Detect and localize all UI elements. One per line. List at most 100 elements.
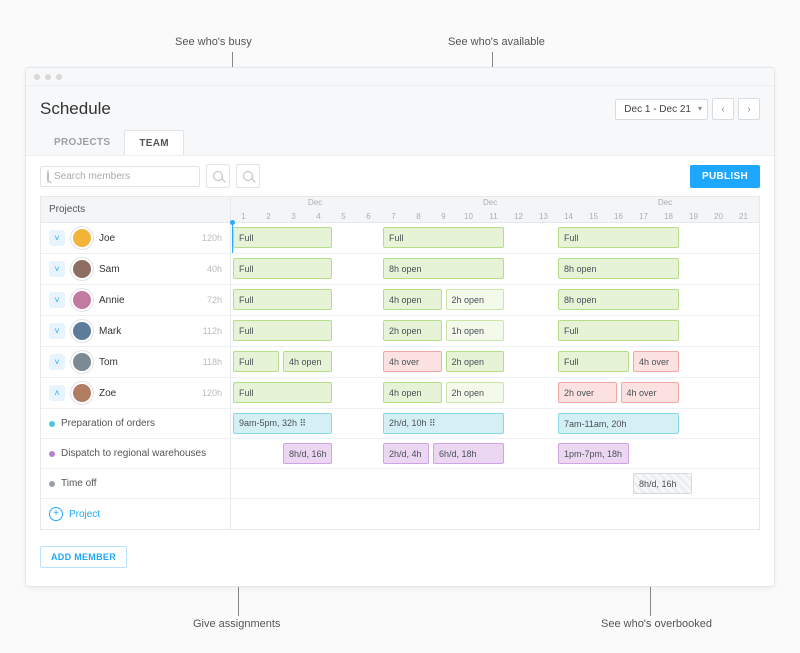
member-side: ˅Mark112h — [41, 316, 231, 346]
annotation-busy: See who's busy — [175, 36, 252, 48]
schedule-bar[interactable]: 6h/d, 18h — [433, 443, 504, 464]
schedule-bar[interactable]: 4h over — [621, 382, 680, 403]
grid-header: Projects 1234567891011121314151617181920… — [41, 197, 759, 223]
page-title: Schedule — [40, 99, 111, 119]
schedule-bar[interactable]: 2h open — [383, 320, 442, 341]
schedule-bar[interactable]: 2h/d, 4h — [383, 443, 429, 464]
zoom-in-button[interactable] — [236, 164, 260, 188]
schedule-bar[interactable]: Full — [383, 227, 504, 248]
next-button[interactable]: › — [738, 98, 760, 120]
day-column-3: 3 — [281, 212, 306, 221]
search-input[interactable]: Search members — [40, 166, 200, 187]
schedule-bar[interactable]: 8h open — [558, 258, 679, 279]
task-calendar: 8h/d, 16h 2h/d, 4h6h/d, 18h 1pm-7pm, 18h — [231, 439, 759, 468]
expand-toggle[interactable]: ˅ — [49, 230, 65, 246]
tab-projects[interactable]: PROJECTS — [40, 130, 124, 155]
add-member-button[interactable]: ADD MEMBER — [40, 546, 127, 568]
day-column-20: 20 — [706, 212, 731, 221]
schedule-bar[interactable]: 7am-11am, 20h — [558, 413, 679, 434]
member-calendar: Full Full Full — [231, 223, 759, 253]
task-calendar: 8h/d, 16h — [231, 469, 759, 498]
window-control[interactable] — [56, 74, 62, 80]
add-project-row[interactable]: +Project — [41, 499, 759, 529]
day-column-5: 5 — [331, 212, 356, 221]
day-column-1: 1 — [231, 212, 256, 221]
schedule-bar[interactable]: 4h over — [383, 351, 442, 372]
schedule-bar[interactable]: 2h/d, 10h ⠿ — [383, 413, 504, 434]
avatar — [71, 258, 93, 280]
tabs: PROJECTS TEAM — [26, 130, 774, 155]
expand-toggle[interactable]: ˅ — [49, 323, 65, 339]
window-control[interactable] — [45, 74, 51, 80]
expand-toggle[interactable]: ˅ — [49, 354, 65, 370]
schedule-bar[interactable]: 2h open — [446, 289, 505, 310]
schedule-bar[interactable]: 8h open — [558, 289, 679, 310]
toolbar: Search members PUBLISH — [26, 155, 774, 196]
schedule-bar[interactable]: 2h open — [446, 382, 505, 403]
schedule-bar[interactable]: 4h open — [283, 351, 332, 372]
add-project-side[interactable]: +Project — [41, 499, 231, 529]
day-column-10: 10 — [456, 212, 481, 221]
month-label: Dec — [658, 198, 672, 207]
day-column-16: 16 — [606, 212, 631, 221]
member-row: ˅Tom118hFull4h open4h over2h openFull4h … — [41, 347, 759, 378]
member-calendar: Full 8h open 8h open — [231, 254, 759, 284]
prev-button[interactable]: ‹ — [712, 98, 734, 120]
side-header: Projects — [41, 197, 231, 222]
schedule-bar[interactable]: Full — [558, 351, 629, 372]
avatar — [71, 351, 93, 373]
schedule-bar[interactable]: 4h open — [383, 382, 442, 403]
schedule-bar[interactable]: Full — [558, 227, 679, 248]
window-control[interactable] — [34, 74, 40, 80]
schedule-bar[interactable]: 2h over — [558, 382, 617, 403]
day-column-11: 11 — [481, 212, 506, 221]
search-placeholder: Search members — [54, 171, 130, 182]
day-column-6: 6 — [356, 212, 381, 221]
schedule-bar[interactable]: 1h open — [446, 320, 505, 341]
task-calendar: 9am-5pm, 32h ⠿ 2h/d, 10h ⠿ 7am-11am, 20h — [231, 409, 759, 438]
tab-team[interactable]: TEAM — [124, 130, 184, 155]
schedule-bar[interactable]: 1pm-7pm, 18h — [558, 443, 629, 464]
day-column-2: 2 — [256, 212, 281, 221]
schedule-bar[interactable]: Full — [558, 320, 679, 341]
expand-toggle[interactable]: ˅ — [49, 292, 65, 308]
member-hours: 72h — [207, 295, 222, 305]
schedule-bar[interactable]: Full — [233, 289, 332, 310]
page-header: Schedule Dec 1 - Dec 21 ‹ › — [26, 86, 774, 130]
month-label: Dec — [483, 198, 497, 207]
schedule-bar[interactable]: 8h open — [383, 258, 504, 279]
task-side: Preparation of orders — [41, 409, 231, 438]
annotation-available: See who's available — [448, 36, 545, 48]
zoom-out-button[interactable] — [206, 164, 230, 188]
member-side: ˅Tom118h — [41, 347, 231, 377]
schedule-bar[interactable]: Full — [233, 258, 332, 279]
schedule-bar[interactable]: Full — [233, 320, 332, 341]
schedule-bar[interactable]: 4h open — [383, 289, 442, 310]
grid-body: ˅Joe120hFullFullFull˅Sam40hFull8h open8h… — [41, 223, 759, 529]
schedule-bar[interactable]: 2h open — [446, 351, 505, 372]
schedule-bar[interactable]: 8h/d, 16h — [283, 443, 332, 464]
annotation-overbooked: See who's overbooked — [601, 618, 712, 630]
task-color-dot — [49, 451, 55, 457]
schedule-bar[interactable]: Full — [233, 227, 332, 248]
schedule-bar[interactable]: Full — [233, 351, 279, 372]
schedule-bar[interactable]: 4h over — [633, 351, 679, 372]
day-column-4: 4 — [306, 212, 331, 221]
app-window: Schedule Dec 1 - Dec 21 ‹ › PROJECTS TEA… — [25, 67, 775, 587]
member-name: Tom — [99, 357, 118, 368]
member-side: ˅Joe120h — [41, 223, 231, 253]
publish-button[interactable]: PUBLISH — [690, 165, 760, 188]
expand-toggle[interactable]: ˄ — [49, 385, 65, 401]
date-range-picker[interactable]: Dec 1 - Dec 21 — [615, 99, 708, 120]
add-project-button[interactable]: +Project — [49, 507, 100, 521]
task-name: Time off — [61, 478, 97, 489]
search-icon — [47, 171, 49, 182]
expand-toggle[interactable]: ˅ — [49, 261, 65, 277]
titlebar — [26, 68, 774, 86]
schedule-bar[interactable]: Full — [233, 382, 332, 403]
member-row: ˅Annie72hFull4h open2h open8h open — [41, 285, 759, 316]
annotation-assignments: Give assignments — [193, 618, 280, 630]
member-side: ˅Sam40h — [41, 254, 231, 284]
schedule-bar[interactable]: 9am-5pm, 32h ⠿ — [233, 413, 332, 434]
schedule-bar[interactable]: 8h/d, 16h — [633, 473, 692, 494]
